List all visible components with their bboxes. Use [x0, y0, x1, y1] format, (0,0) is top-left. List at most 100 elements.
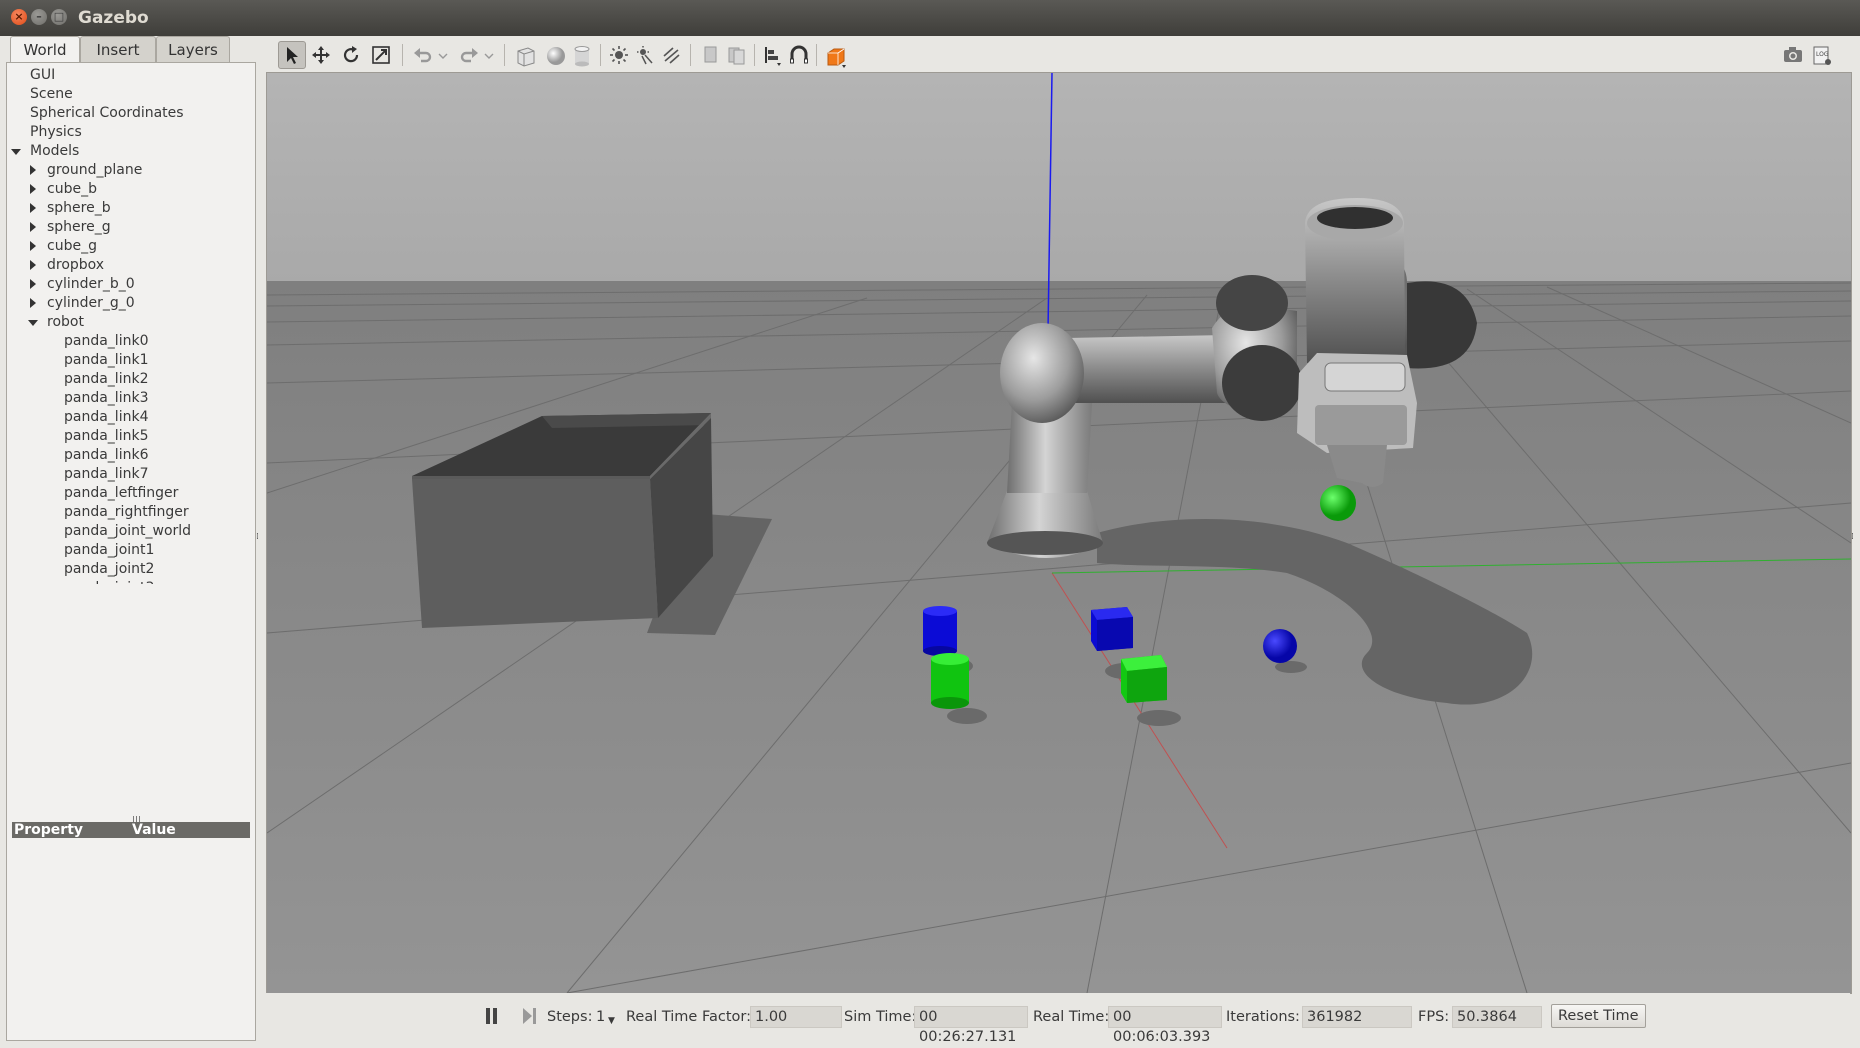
tree-item[interactable]: panda_rightfinger [7, 503, 253, 522]
tree-item[interactable]: panda_link3 [7, 389, 253, 408]
tab-world[interactable]: World [10, 36, 80, 63]
tree-item[interactable]: GUI [7, 66, 253, 85]
sky [267, 73, 1851, 283]
collapsed-arrow-icon[interactable] [30, 165, 36, 175]
tree-item[interactable]: Spherical Coordinates [7, 104, 253, 123]
select-mode-button[interactable] [278, 41, 306, 69]
tree-item[interactable]: cylinder_b_0 [7, 275, 253, 294]
collapsed-arrow-icon[interactable] [30, 184, 36, 194]
redo-button[interactable] [456, 42, 482, 68]
view-angle-button[interactable] [822, 42, 848, 68]
spot-light-icon [637, 46, 653, 65]
tab-insert[interactable]: Insert [80, 36, 156, 63]
cube-b[interactable] [1091, 607, 1133, 651]
scale-mode-button[interactable] [368, 42, 394, 68]
tree-item-label: panda_link3 [64, 390, 149, 406]
steps-value[interactable]: 1 [596, 1008, 605, 1026]
copy-button[interactable] [698, 42, 724, 68]
collapsed-arrow-icon[interactable] [30, 298, 36, 308]
tree-item[interactable]: panda_link2 [7, 370, 253, 389]
scene-render[interactable] [267, 73, 1851, 993]
tab-layers[interactable]: Layers [156, 36, 230, 63]
tree-item-label: ground_plane [47, 162, 143, 178]
tree-item[interactable]: robot [7, 313, 253, 332]
tree-item[interactable]: panda_joint_world [7, 522, 253, 541]
collapsed-arrow-icon[interactable] [30, 279, 36, 289]
expanded-arrow-icon[interactable] [28, 320, 38, 326]
cylinder-b-0[interactable] [923, 606, 957, 656]
align-button[interactable] [760, 42, 786, 68]
property-column-header[interactable]: Property [14, 822, 83, 838]
box-shape-button[interactable] [512, 42, 538, 68]
log-button[interactable]: LOG [1808, 42, 1834, 68]
expanded-arrow-icon[interactable] [11, 149, 21, 155]
value-column-header[interactable]: Value [132, 822, 176, 838]
tree-item[interactable]: Physics [7, 123, 253, 142]
world-tree[interactable]: GUI Scene Spherical Coordinates Physics Mode… [6, 62, 256, 586]
snap-button[interactable] [786, 42, 812, 68]
tree-item[interactable]: cube_g [7, 237, 253, 256]
sphere-shape-button[interactable] [542, 42, 568, 68]
cylinder-g-0[interactable] [931, 653, 969, 709]
tree-item[interactable]: panda_link6 [7, 446, 253, 465]
close-window-button[interactable]: × [11, 9, 27, 25]
minimize-window-button[interactable]: – [31, 9, 47, 25]
tree-item-label: panda_link1 [64, 352, 149, 368]
sphere-shape-icon [547, 47, 565, 65]
tree-item-label: cube_b [47, 181, 97, 197]
sphere-g-in-gripper[interactable] [1320, 485, 1356, 521]
screenshot-icon [1784, 47, 1802, 62]
tree-item-label: panda_link0 [64, 333, 149, 349]
cylinder-shape-button[interactable] [568, 42, 594, 68]
tree-item[interactable]: sphere_g [7, 218, 253, 237]
select-mode-icon [287, 47, 298, 64]
tree-item[interactable]: panda_link5 [7, 427, 253, 446]
snap-icon [790, 45, 808, 64]
tree-item-label: cylinder_b_0 [47, 276, 135, 292]
translate-mode-button[interactable] [308, 42, 334, 68]
tree-item[interactable]: Models [7, 142, 253, 161]
reset-time-button[interactable]: Reset Time [1551, 1004, 1646, 1028]
steps-dropdown-icon[interactable]: ▼ [608, 1012, 615, 1030]
cube-g[interactable] [1121, 655, 1167, 703]
rotate-mode-button[interactable] [338, 42, 364, 68]
tree-item[interactable]: panda_leftfinger [7, 484, 253, 503]
tree-item[interactable]: cube_b [7, 180, 253, 199]
redo-history-button[interactable] [482, 42, 496, 68]
tree-item[interactable]: panda_link4 [7, 408, 253, 427]
panel-tabs: World Insert Layers [6, 36, 256, 63]
tree-item[interactable]: panda_joint1 [7, 541, 253, 560]
step-icon[interactable] [523, 1008, 537, 1028]
paste-button[interactable] [724, 42, 750, 68]
right-panel-resize-handle[interactable]: ⁞ [1851, 532, 1854, 542]
undo-icon [414, 48, 432, 63]
tree-item[interactable]: panda_link0 [7, 332, 253, 351]
tree-item-label: sphere_b [47, 200, 111, 216]
collapsed-arrow-icon[interactable] [30, 203, 36, 213]
left-panel-resize-handle[interactable]: ⁞ [256, 532, 259, 542]
tree-item[interactable]: panda_link7 [7, 465, 253, 484]
point-light-button[interactable] [606, 42, 632, 68]
directional-light-button[interactable] [658, 42, 684, 68]
screenshot-button[interactable] [1780, 42, 1806, 68]
tree-item[interactable]: panda_link1 [7, 351, 253, 370]
tree-item[interactable]: dropbox [7, 256, 253, 275]
maximize-window-button[interactable]: □ [51, 9, 67, 25]
collapsed-arrow-icon[interactable] [30, 222, 36, 232]
real-time-factor-field: 1.00 [750, 1006, 842, 1028]
pause-icon[interactable] [486, 1008, 490, 1024]
sphere-b[interactable] [1263, 629, 1297, 663]
tree-item[interactable]: sphere_b [7, 199, 253, 218]
collapsed-arrow-icon[interactable] [30, 260, 36, 270]
spot-light-button[interactable] [632, 42, 658, 68]
3d-viewport[interactable] [266, 72, 1852, 994]
tree-item[interactable]: cylinder_g_0 [7, 294, 253, 313]
collapsed-arrow-icon[interactable] [30, 241, 36, 251]
pause-icon-bar [493, 1008, 497, 1024]
toolbar-separator [504, 44, 505, 66]
undo-button[interactable] [410, 42, 436, 68]
tree-item[interactable]: Scene [7, 85, 253, 104]
tree-item[interactable]: panda_joint2 [7, 560, 253, 579]
tree-item[interactable]: ground_plane [7, 161, 253, 180]
undo-history-button[interactable] [436, 42, 450, 68]
